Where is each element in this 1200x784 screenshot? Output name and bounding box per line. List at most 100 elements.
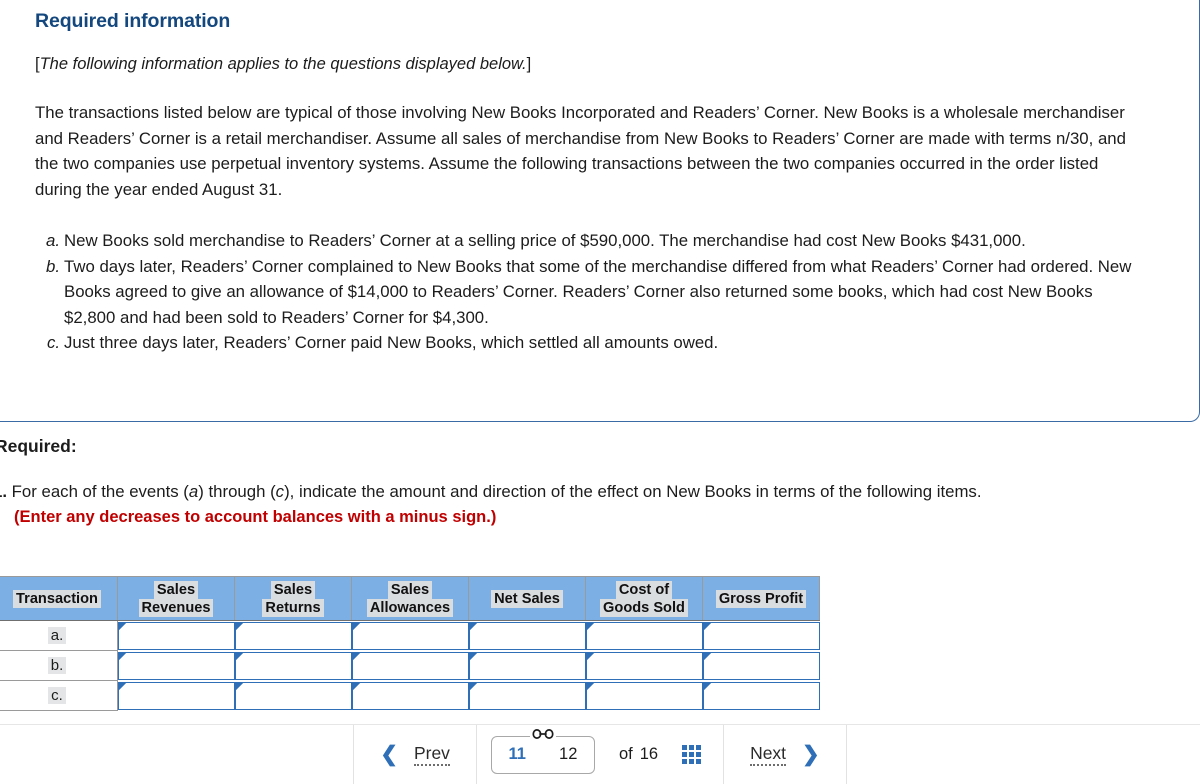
- cell-c-sales-allowances[interactable]: [351, 680, 469, 711]
- grid-cell: [696, 759, 702, 764]
- input-a-cost-of-goods-sold[interactable]: [586, 622, 702, 649]
- input-shell: [468, 621, 586, 650]
- cell-c-gross-profit[interactable]: [702, 680, 820, 711]
- input-shell: [468, 651, 586, 680]
- input-shell: [585, 651, 703, 680]
- row-label-a: a.: [0, 620, 118, 651]
- cell-b-sales-returns[interactable]: [234, 650, 352, 681]
- answer-table: Transaction Sales Revenues Sales Returns…: [0, 576, 820, 711]
- cell-a-sales-allowances[interactable]: [351, 620, 469, 651]
- answer-table-body: a. b. c.: [0, 620, 820, 711]
- question-text: For each of the events (a) through (c), …: [12, 482, 982, 501]
- input-shell: [118, 651, 235, 680]
- cell-b-gross-profit[interactable]: [702, 650, 820, 681]
- input-shell: [585, 621, 703, 650]
- input-shell: [234, 651, 352, 680]
- chevron-right-icon: ❯: [802, 743, 820, 766]
- cell-c-net-sales[interactable]: [468, 680, 586, 711]
- pagination-inner: ❮ Prev 11 12 of 16 Next ❯: [353, 724, 847, 784]
- input-b-sales-revenues[interactable]: [119, 652, 234, 679]
- input-c-sales-allowances[interactable]: [352, 682, 468, 709]
- cell-c-cost-of-goods-sold[interactable]: [585, 680, 703, 711]
- input-shell: [702, 651, 820, 680]
- cell-b-sales-revenues[interactable]: [117, 650, 235, 681]
- column-header-sales-allowances-line2: Allowances: [366, 598, 454, 617]
- input-c-sales-revenues[interactable]: [119, 682, 234, 709]
- chevron-left-icon: ❮: [380, 743, 398, 766]
- grid-cell: [696, 752, 702, 757]
- answer-table-head: Transaction Sales Revenues Sales Returns…: [0, 576, 820, 621]
- cell-a-cost-of-goods-sold[interactable]: [585, 620, 703, 651]
- page-indicator-box[interactable]: 11 12: [490, 728, 595, 774]
- input-a-gross-profit[interactable]: [703, 622, 819, 649]
- event-item-c: c. Just three days later, Readers’ Corne…: [35, 330, 1145, 356]
- cell-b-cost-of-goods-sold[interactable]: [585, 650, 703, 681]
- grid-cell: [682, 759, 688, 764]
- column-header-net-sales-line1: Net Sales: [491, 589, 563, 608]
- grid-cell: [682, 752, 688, 757]
- input-a-sales-returns[interactable]: [235, 622, 351, 649]
- column-header-sales-allowances-line1: Sales: [387, 580, 433, 599]
- total-pages: 16: [639, 745, 659, 763]
- cell-a-gross-profit[interactable]: [702, 620, 820, 651]
- input-b-net-sales[interactable]: [469, 652, 585, 679]
- input-a-sales-revenues[interactable]: [119, 622, 234, 649]
- row-label-c: c.: [0, 680, 118, 711]
- input-c-gross-profit[interactable]: [703, 682, 819, 709]
- answer-table-wrapper: Transaction Sales Revenues Sales Returns…: [0, 576, 820, 711]
- column-header-cogs-line1: Cost of: [615, 580, 673, 599]
- next-page-number[interactable]: 12: [559, 745, 577, 764]
- input-a-net-sales[interactable]: [469, 622, 585, 649]
- input-b-cost-of-goods-sold[interactable]: [586, 652, 702, 679]
- column-header-cost-of-goods-sold: Cost of Goods Sold: [585, 576, 703, 621]
- page-indicator-wrapper: 11 12: [477, 725, 609, 784]
- question-letter-a: a: [188, 482, 199, 501]
- cell-b-net-sales[interactable]: [468, 650, 586, 681]
- input-b-gross-profit[interactable]: [703, 652, 819, 679]
- cell-c-sales-returns[interactable]: [234, 680, 352, 711]
- row-label-b-text: b.: [47, 657, 67, 674]
- input-b-sales-returns[interactable]: [235, 652, 351, 679]
- table-row: a.: [0, 620, 820, 651]
- cell-a-net-sales[interactable]: [468, 620, 586, 651]
- grid-view-icon[interactable]: [682, 745, 702, 764]
- header-row: Transaction Sales Revenues Sales Returns…: [0, 576, 820, 621]
- current-page-number[interactable]: 11: [508, 745, 525, 764]
- column-header-gross-profit-line1: Gross Profit: [715, 589, 807, 608]
- prev-button[interactable]: ❮ Prev: [354, 725, 476, 784]
- table-row: c.: [0, 680, 820, 711]
- event-marker-c: c.: [46, 333, 60, 352]
- column-header-sales-revenues: Sales Revenues: [117, 576, 235, 621]
- next-button[interactable]: Next ❯: [724, 725, 846, 784]
- cell-a-sales-returns[interactable]: [234, 620, 352, 651]
- page-root: Required information [The following info…: [0, 0, 1200, 784]
- cell-a-sales-revenues[interactable]: [117, 620, 235, 651]
- input-c-sales-returns[interactable]: [235, 682, 351, 709]
- cell-c-sales-revenues[interactable]: [117, 680, 235, 711]
- event-marker-a: a.: [46, 231, 60, 250]
- cell-b-sales-allowances[interactable]: [351, 650, 469, 681]
- input-a-sales-allowances[interactable]: [352, 622, 468, 649]
- input-shell: [351, 621, 469, 650]
- input-c-cost-of-goods-sold[interactable]: [586, 682, 702, 709]
- question-letter-c: c: [275, 482, 285, 501]
- pagination-nav: ❮ Prev 11 12 of 16 Next ❯: [0, 724, 1200, 784]
- input-shell: [702, 621, 820, 650]
- input-shell: [585, 681, 703, 710]
- column-header-transaction-line1: Transaction: [13, 589, 101, 608]
- row-label-a-text: a.: [47, 627, 67, 644]
- question-warning: (Enter any decreases to account balances…: [14, 508, 497, 526]
- input-c-net-sales[interactable]: [469, 682, 585, 709]
- column-header-sales-revenues-line2: Revenues: [138, 598, 214, 617]
- grid-cell: [689, 752, 695, 757]
- column-header-transaction: Transaction: [0, 576, 118, 621]
- question-text-pre: For each of the events (: [11, 482, 189, 501]
- table-row: b.: [0, 650, 820, 681]
- question-number: 1.: [0, 482, 7, 501]
- required-heading: Required:: [0, 436, 77, 456]
- grid-cell: [689, 759, 695, 764]
- grid-cell: [682, 745, 688, 750]
- input-shell: [468, 681, 586, 710]
- input-b-sales-allowances[interactable]: [352, 652, 468, 679]
- event-text-a: New Books sold merchandise to Readers’ C…: [64, 231, 1026, 250]
